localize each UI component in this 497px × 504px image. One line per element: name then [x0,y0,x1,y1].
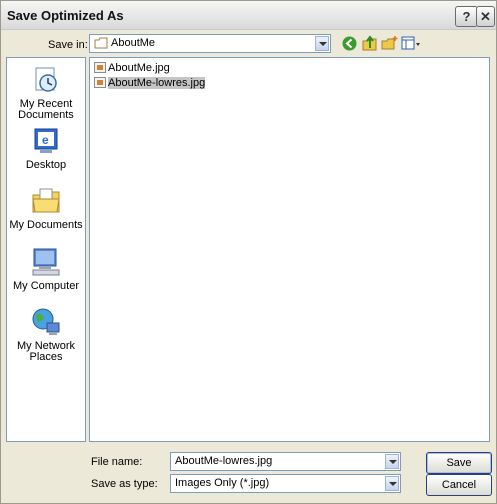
places-bar: My Recent Documents e Desktop My Documen… [6,57,86,442]
my-computer-icon [32,248,60,276]
save-type-value: Images Only (*.jpg) [175,477,270,489]
save-dialog: Save Optimized As ? ✕ Save in: AboutMe M… [0,0,497,504]
view-menu-icon[interactable] [401,35,421,52]
place-label: Desktop [25,159,67,171]
save-in-value: AboutMe [111,37,156,49]
file-name: AboutMe-lowres.jpg [108,77,206,89]
place-network-places[interactable]: My Network Places [7,306,85,363]
chevron-down-icon[interactable] [385,476,399,491]
place-desktop[interactable]: e Desktop [7,125,85,171]
jpg-file-icon [94,77,106,88]
recent-documents-icon [35,67,57,92]
list-item[interactable]: AboutMe.jpg [92,61,170,75]
place-my-documents[interactable]: My Documents [7,185,85,231]
place-label: My Network Places [16,340,76,363]
new-folder-icon[interactable] [381,35,398,52]
place-my-computer[interactable]: My Computer [7,246,85,292]
file-name-field[interactable]: AboutMe-lowres.jpg [170,452,401,471]
save-in-dropdown[interactable]: AboutMe [89,34,331,53]
chevron-down-icon[interactable] [385,454,399,469]
close-button[interactable]: ✕ [476,6,495,27]
jpg-file-icon [94,62,106,73]
file-name-value: AboutMe-lowres.jpg [175,455,273,467]
file-name: AboutMe.jpg [108,62,170,74]
up-folder-icon[interactable] [361,35,378,52]
place-label: My Recent Documents [18,98,74,121]
chevron-down-icon[interactable] [315,36,329,51]
list-item[interactable]: AboutMe-lowres.jpg [92,76,206,90]
cancel-button[interactable]: Cancel [426,474,492,496]
save-type-dropdown[interactable]: Images Only (*.jpg) [170,474,401,493]
back-icon[interactable] [341,35,358,52]
file-list[interactable]: AboutMe.jpg AboutMe-lowres.jpg [89,57,490,442]
place-label: My Documents [9,219,83,231]
my-documents-icon [32,188,60,213]
file-name-label: File name: [91,456,143,468]
title-bar[interactable]: Save Optimized As ? ✕ [1,1,496,30]
desktop-icon: e [34,128,58,153]
place-label: My Computer [12,280,80,292]
folder-icon [94,37,108,49]
place-recent-documents[interactable]: My Recent Documents [7,64,85,121]
network-places-icon [32,308,60,335]
save-type-label: Save as type: [91,478,158,490]
window-title: Save Optimized As [7,8,124,23]
svg-text:e: e [42,133,49,147]
save-in-label: Save in: [48,39,88,51]
save-button[interactable]: Save [426,452,492,474]
help-button[interactable]: ? [455,6,478,27]
